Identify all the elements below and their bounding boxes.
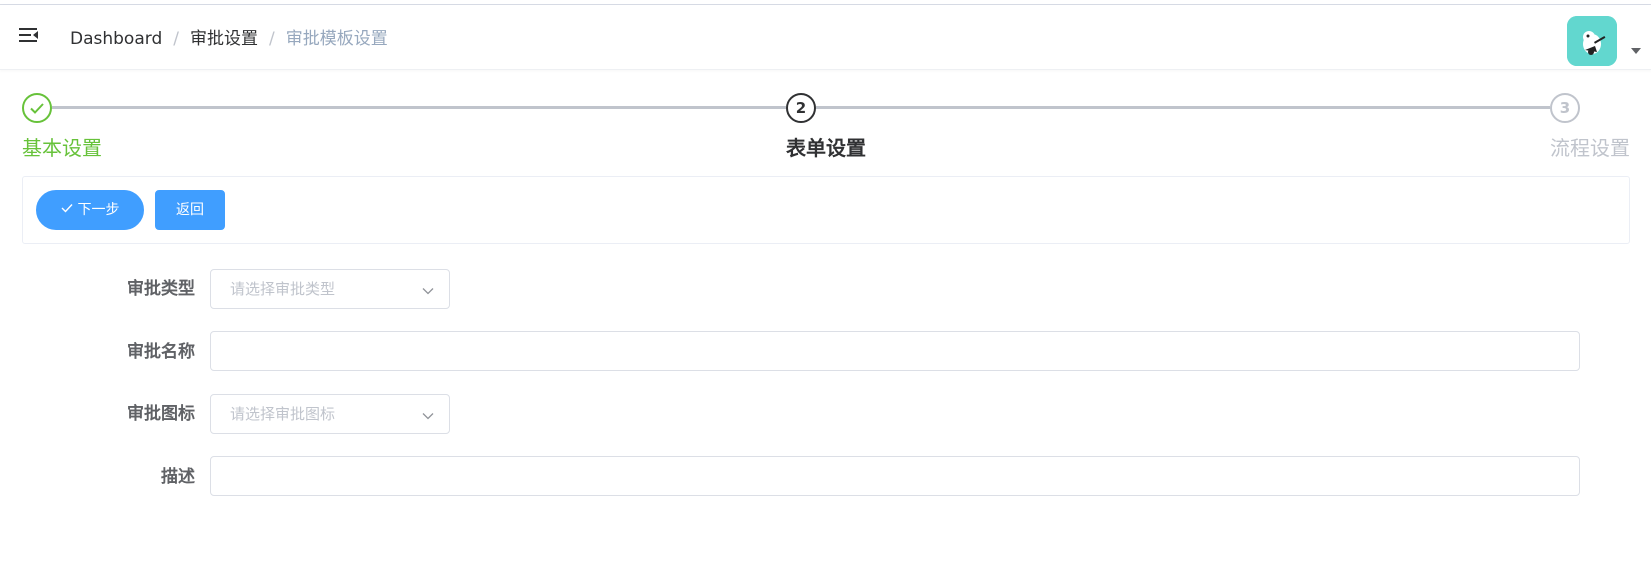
breadcrumb: Dashboard / 审批设置 / 审批模板设置 bbox=[70, 27, 388, 51]
hamburger-icon[interactable] bbox=[18, 25, 40, 45]
breadcrumb-separator: / bbox=[268, 29, 275, 49]
approval-name-input[interactable] bbox=[210, 331, 1580, 371]
step-line-1 bbox=[52, 106, 786, 109]
approval-type-select[interactable]: 请选择审批类型 bbox=[210, 269, 450, 309]
step-2-number: 2 bbox=[786, 93, 816, 123]
approval-type-placeholder: 请选择审批类型 bbox=[230, 280, 336, 298]
steps: 基本设置 2 表单设置 3 流程设置 bbox=[0, 70, 1651, 170]
approval-name-label: 审批名称 bbox=[127, 342, 195, 362]
breadcrumb-item-dashboard[interactable]: Dashboard bbox=[70, 29, 162, 49]
next-step-label: 下一步 bbox=[77, 202, 120, 218]
step-3-title: 流程设置 bbox=[1550, 136, 1630, 160]
user-avatar-icon[interactable] bbox=[1567, 16, 1617, 66]
caret-down-icon[interactable] bbox=[1631, 48, 1641, 54]
step-1-check-icon bbox=[22, 93, 52, 123]
description-input[interactable] bbox=[210, 456, 1580, 496]
step-1-title: 基本设置 bbox=[22, 136, 102, 160]
approval-icon-placeholder: 请选择审批图标 bbox=[230, 405, 336, 423]
step-2-title: 表单设置 bbox=[786, 136, 866, 160]
breadcrumb-item-approval-settings[interactable]: 审批设置 bbox=[190, 29, 258, 49]
toolbar-card: 下一步 返回 bbox=[22, 176, 1630, 244]
approval-icon-select[interactable]: 请选择审批图标 bbox=[210, 394, 450, 434]
approval-icon-label: 审批图标 bbox=[127, 404, 195, 424]
description-label: 描述 bbox=[161, 467, 195, 487]
chevron-down-icon bbox=[421, 283, 435, 297]
breadcrumb-item-template-settings: 审批模板设置 bbox=[285, 29, 388, 49]
step-3-number: 3 bbox=[1550, 93, 1580, 123]
chevron-down-icon bbox=[421, 408, 435, 422]
next-step-button[interactable]: 下一步 bbox=[36, 190, 144, 230]
check-icon bbox=[61, 190, 73, 228]
step-line-2 bbox=[816, 106, 1550, 109]
navbar: Dashboard / 审批设置 / 审批模板设置 bbox=[0, 5, 1651, 70]
back-button[interactable]: 返回 bbox=[155, 190, 225, 230]
approval-type-label: 审批类型 bbox=[127, 279, 195, 299]
breadcrumb-separator: / bbox=[173, 29, 179, 49]
